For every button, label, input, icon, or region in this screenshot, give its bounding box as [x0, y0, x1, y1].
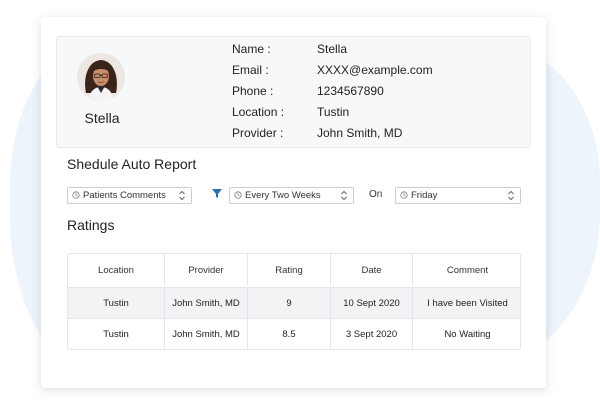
table-header-row: Location Provider Rating Date Comment [68, 254, 520, 286]
table-row: Tustin John Smith, MD 9 10 Sept 2020 I h… [68, 287, 520, 318]
updown-chevron-icon [341, 190, 347, 201]
table-cell: 3 Sept 2020 [331, 319, 413, 349]
profile-panel: Stella Name : Stella Email : XXXX@exampl… [56, 36, 531, 148]
avatar [77, 53, 125, 101]
ratings-table: Location Provider Rating Date Comment Tu… [67, 253, 521, 350]
table-cell: 8.5 [248, 319, 331, 349]
info-label: Email : [232, 63, 269, 77]
report-card: Stella Name : Stella Email : XXXX@exampl… [41, 17, 546, 388]
table-cell: 9 [248, 288, 331, 318]
report-type-select[interactable]: Patients Comments [67, 187, 192, 204]
column-header-date: Date [331, 254, 413, 286]
day-value: Friday [411, 190, 438, 201]
updown-chevron-icon [179, 190, 185, 201]
info-value: 1234567890 [317, 84, 384, 98]
info-label: Name : [232, 42, 271, 56]
column-header-rating: Rating [248, 254, 331, 286]
table-cell: John Smith, MD [165, 288, 248, 318]
info-value: John Smith, MD [317, 126, 403, 140]
clock-icon [234, 191, 242, 199]
day-select[interactable]: Friday [395, 187, 521, 204]
report-type-value: Patients Comments [83, 190, 166, 201]
frequency-select[interactable]: Every Two Weeks [229, 187, 354, 204]
column-header-comment: Comment [446, 264, 489, 276]
table-cell: Tustin [68, 288, 165, 318]
info-value: XXXX@example.com [317, 63, 433, 77]
column-header-location: Location [68, 254, 165, 286]
info-label: Phone : [232, 84, 274, 98]
table-cell: 10 Sept 2020 [331, 288, 413, 318]
ratings-title: Ratings [67, 217, 115, 233]
info-value: Tustin [317, 105, 350, 119]
table-cell: No Waiting [444, 329, 491, 340]
column-header-provider: Provider [165, 254, 248, 286]
on-label: On [369, 189, 383, 200]
clock-icon [72, 191, 80, 199]
table-cell: John Smith, MD [165, 319, 248, 349]
info-label: Location : [232, 105, 285, 119]
frequency-value: Every Two Weeks [245, 190, 321, 201]
table-row: Tustin John Smith, MD 8.5 3 Sept 2020 No… [68, 318, 520, 349]
schedule-title: Shedule Auto Report [67, 156, 197, 172]
clock-icon [400, 191, 408, 199]
table-cell: I have been Visited [427, 297, 508, 309]
updown-chevron-icon [508, 190, 514, 201]
table-cell: Tustin [68, 319, 165, 349]
profile-name: Stella [84, 110, 120, 126]
info-label: Provider : [232, 126, 284, 140]
filter-icon [212, 189, 222, 198]
info-value: Stella [317, 42, 348, 56]
